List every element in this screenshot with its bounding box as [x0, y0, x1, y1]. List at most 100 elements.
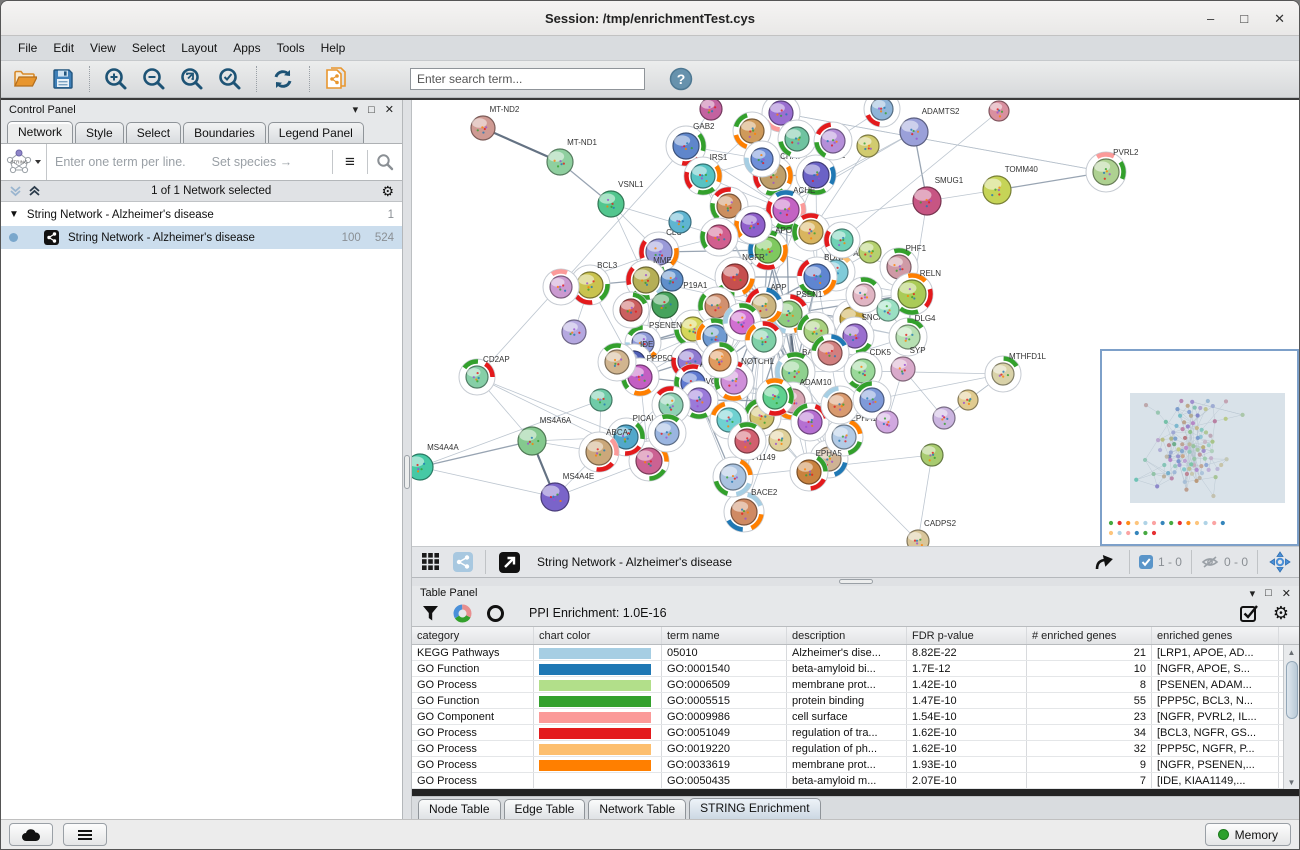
network-node[interactable] — [728, 422, 766, 460]
network-node[interactable] — [590, 389, 612, 411]
table-row[interactable]: GO ProcessGO:0033619membrane prot...1.93… — [412, 757, 1283, 773]
network-node[interactable] — [814, 122, 852, 160]
collapse-all-icon[interactable] — [9, 185, 22, 197]
column-header-category[interactable]: category — [412, 627, 534, 644]
network-canvas[interactable]: MT-ND2MT-ND1VSNL1CD2APMS4A4AMS4A6AMS4A4E… — [412, 100, 1299, 546]
zoom-out-icon[interactable] — [138, 64, 170, 94]
control-panel-collapse-icon[interactable]: ▾ — [353, 103, 359, 116]
network-node[interactable] — [811, 334, 849, 372]
column-header-enriched-genes[interactable]: enriched genes — [1152, 627, 1279, 644]
table-panel-collapse-icon[interactable]: ▾ — [1250, 587, 1256, 600]
pan-navigate-icon[interactable] — [1267, 547, 1293, 577]
reset-charts-icon[interactable] — [486, 604, 505, 623]
string-search-icon[interactable] — [368, 153, 402, 171]
control-panel-float-icon[interactable]: □ — [368, 104, 375, 116]
network-node[interactable] — [700, 100, 722, 120]
network-node[interactable] — [857, 135, 879, 157]
maximize-button[interactable]: □ — [1240, 12, 1248, 25]
menu-select[interactable]: Select — [125, 38, 172, 58]
open-in-new-window-icon[interactable] — [495, 547, 523, 577]
network-node-mt-nd2[interactable]: MT-ND2 — [471, 105, 520, 140]
refresh-icon[interactable] — [267, 64, 299, 94]
network-node[interactable] — [989, 101, 1009, 121]
network-node[interactable] — [921, 444, 943, 466]
close-button[interactable]: ✕ — [1274, 12, 1285, 25]
tab-edge-table[interactable]: Edge Table — [504, 799, 586, 819]
network-node[interactable] — [877, 299, 899, 321]
menu-apps[interactable]: Apps — [226, 38, 267, 58]
help-icon[interactable]: ? — [665, 64, 697, 94]
table-row[interactable]: GO ComponentGO:0009986cell surface1.54E-… — [412, 709, 1283, 725]
network-list-gear-icon[interactable]: ⚙ — [381, 183, 394, 200]
column-header-description[interactable]: description — [787, 627, 907, 644]
string-query-placeholder[interactable]: Enter one term per line. — [55, 155, 186, 169]
draw-charts-icon[interactable] — [453, 604, 472, 623]
export-network-icon[interactable] — [1090, 547, 1120, 577]
network-node[interactable] — [778, 120, 816, 158]
table-row[interactable]: GO ProcessGO:0051049regulation of tra...… — [412, 725, 1283, 741]
vertical-splitter[interactable] — [403, 100, 412, 819]
network-node[interactable] — [876, 411, 898, 433]
network-node[interactable] — [613, 292, 649, 328]
column-header-fdr-p-value[interactable]: FDR p-value — [907, 627, 1027, 644]
tab-style[interactable]: Style — [75, 122, 124, 143]
task-history-button[interactable] — [63, 823, 107, 846]
network-node[interactable] — [702, 342, 738, 378]
splitter-grip[interactable] — [404, 455, 410, 489]
table-row[interactable]: GO ProcessGO:0019220regulation of ph...1… — [412, 741, 1283, 757]
search-input[interactable] — [410, 68, 645, 90]
column-header--enriched-genes[interactable]: # enriched genes — [1027, 627, 1152, 644]
string-options-menu-icon[interactable]: ≡ — [333, 152, 367, 172]
zoom-selected-icon[interactable] — [214, 64, 246, 94]
network-node[interactable] — [562, 320, 586, 344]
network-node[interactable] — [669, 211, 691, 233]
table-row[interactable]: KEGG Pathways05010Alzheimer's dise...8.8… — [412, 645, 1283, 661]
network-node[interactable] — [745, 321, 783, 359]
column-header-chart-color[interactable]: chart color — [534, 627, 662, 644]
zoom-in-icon[interactable] — [100, 64, 132, 94]
network-from-file-icon[interactable] — [320, 64, 352, 94]
menu-tools[interactable]: Tools — [270, 38, 312, 58]
table-row[interactable]: GO FunctionGO:0005515protein binding1.47… — [412, 693, 1283, 709]
birdseye-view-panel[interactable] — [1100, 349, 1299, 546]
table-row[interactable]: GO ProcessGO:0006509membrane prot...1.42… — [412, 677, 1283, 693]
column-header-term-name[interactable]: term name — [662, 627, 787, 644]
select-columns-icon[interactable] — [1240, 604, 1259, 623]
table-scrollbar[interactable]: ▲ ▼ — [1283, 645, 1299, 789]
network-node-mt-nd1[interactable]: MT-ND1 — [547, 138, 597, 175]
network-node[interactable] — [648, 414, 686, 452]
open-file-icon[interactable] — [9, 64, 41, 94]
network-collection-row[interactable]: ▼ String Network - Alzheimer's disease 1 — [1, 203, 402, 226]
network-node[interactable] — [958, 390, 978, 410]
string-logo-icon[interactable]: STRING — [1, 144, 47, 180]
network-node-ms4a6a[interactable]: MS4A6A — [518, 416, 572, 455]
network-node[interactable] — [598, 343, 636, 381]
network-node[interactable] — [933, 407, 955, 429]
memory-button[interactable]: Memory — [1205, 823, 1291, 846]
menu-edit[interactable]: Edit — [46, 38, 81, 58]
network-node[interactable] — [543, 269, 579, 305]
tab-network-table[interactable]: Network Table — [588, 799, 686, 819]
table-panel-float-icon[interactable]: □ — [1265, 587, 1272, 599]
tab-legend-panel[interactable]: Legend Panel — [268, 122, 364, 143]
network-node[interactable] — [846, 277, 882, 313]
network-node[interactable] — [824, 222, 860, 258]
table-panel-close-icon[interactable]: ✕ — [1282, 587, 1291, 600]
share-view-icon[interactable] — [450, 547, 476, 577]
menu-layout[interactable]: Layout — [174, 38, 224, 58]
network-node[interactable] — [700, 218, 738, 256]
tab-network[interactable]: Network — [7, 121, 73, 143]
menu-view[interactable]: View — [83, 38, 123, 58]
table-settings-gear-icon[interactable]: ⚙ — [1273, 603, 1289, 624]
menu-help[interactable]: Help — [314, 38, 353, 58]
splitter-grip[interactable] — [839, 579, 873, 584]
network-node[interactable] — [859, 241, 881, 263]
network-node[interactable] — [734, 206, 772, 244]
tab-string-enrichment[interactable]: STRING Enrichment — [689, 798, 820, 819]
network-node-smug1[interactable]: SMUG1 — [913, 176, 964, 215]
network-node[interactable] — [756, 378, 794, 416]
tab-node-table[interactable]: Node Table — [418, 799, 501, 819]
table-row[interactable]: GO ProcessGO:0050435beta-amyloid m...2.0… — [412, 773, 1283, 789]
horizontal-splitter[interactable] — [412, 578, 1299, 586]
tab-boundaries[interactable]: Boundaries — [183, 122, 266, 143]
